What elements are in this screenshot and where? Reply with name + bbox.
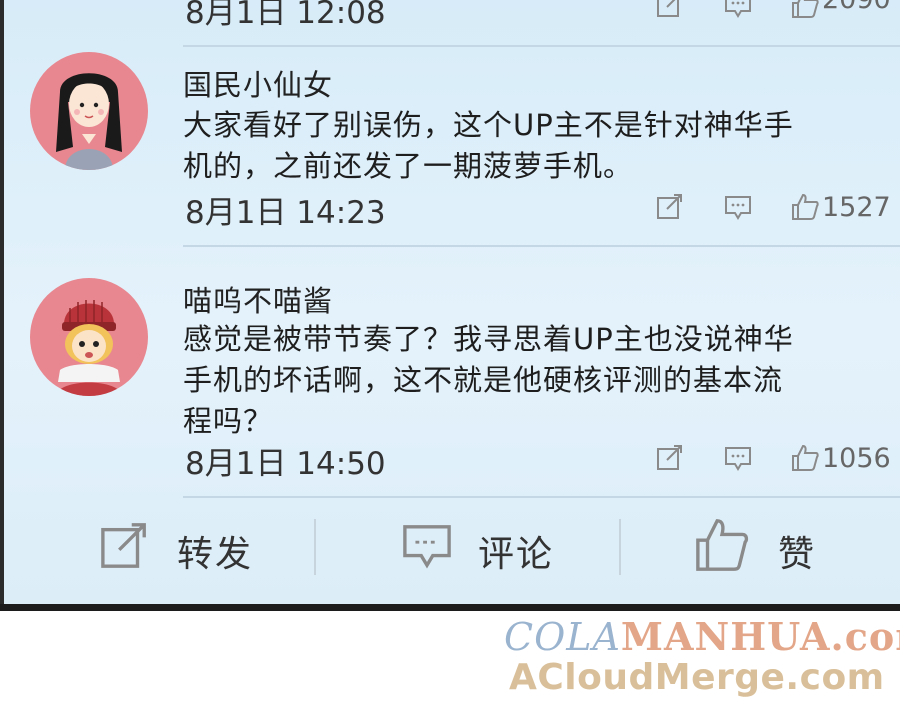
comment-text-line: 手机的坏话啊，这不就是他硬核评测的基本流 (183, 363, 784, 397)
watermark-line1: COLAMANHUA.com (504, 614, 900, 659)
thumbs-up-icon[interactable] (790, 192, 820, 222)
like-button[interactable]: 赞 (694, 515, 834, 577)
comment-text: 大家看好了别误伤，这个UP主不是针对神华手 机的，之前还发了一期菠萝手机。 (183, 105, 883, 187)
comment-icon[interactable] (723, 0, 753, 20)
comment-label: 评论 (478, 534, 555, 575)
watermark-line2: ACloudMerge.com (509, 657, 885, 698)
username[interactable]: 国民小仙女 (183, 62, 333, 104)
share-icon[interactable] (655, 443, 685, 473)
comment-icon (403, 525, 451, 569)
avatar[interactable] (30, 278, 148, 396)
share-icon[interactable] (655, 0, 685, 20)
share-icon (101, 523, 146, 568)
comment-text-line: 大家看好了别误伤，这个UP主不是针对神华手 (183, 108, 794, 142)
like-label: 赞 (778, 534, 817, 575)
like-count: 2090 (822, 0, 891, 15)
comment-text-line: 程吗？ (183, 404, 274, 438)
watermark-text: COLA (504, 615, 621, 659)
repost-button[interactable]: 转发 (100, 515, 270, 577)
bar-separator (314, 519, 316, 575)
comment-actions: 1527 (650, 192, 900, 226)
comment-icon[interactable] (723, 443, 753, 473)
share-icon[interactable] (655, 192, 685, 222)
like-count: 1056 (822, 443, 891, 474)
comment-button[interactable]: 评论 (402, 515, 572, 577)
comment-timestamp: 8月1日 12:08 (185, 0, 386, 31)
thumbs-up-icon (696, 519, 749, 571)
bar-separator (619, 519, 621, 575)
panel-edge (0, 0, 4, 604)
like-count: 1527 (822, 192, 891, 223)
repost-label: 转发 (177, 534, 254, 575)
comment-timestamp: 8月1日 14:50 (185, 446, 386, 482)
comment-text: 感觉是被带节奏了？我寻思着UP主也没说神华 手机的坏话啊，这不就是他硬核评测的基… (183, 319, 883, 442)
thumbs-up-icon[interactable] (790, 443, 820, 473)
watermark-text: MANHUA.com (620, 614, 900, 659)
comment-icon[interactable] (723, 192, 753, 222)
panel-border (0, 604, 900, 611)
avatar[interactable] (30, 52, 148, 170)
bottom-action-bar: 转发 评论 赞 (0, 515, 900, 577)
comments-panel: 8月1日 12:08 2090 国民小仙女 大家看好了别误伤，这个UP主不是针对… (0, 0, 900, 604)
comment-actions: 2090 (650, 0, 900, 24)
comment-timestamp: 8月1日 14:23 (185, 195, 386, 231)
divider (183, 496, 900, 498)
comment-actions: 1056 (650, 443, 900, 477)
username[interactable]: 喵呜不喵酱 (183, 278, 333, 320)
divider (183, 45, 900, 47)
comment-text-line: 感觉是被带节奏了？我寻思着UP主也没说神华 (183, 322, 794, 356)
thumbs-up-icon[interactable] (790, 0, 820, 20)
comment-text-line: 机的，之前还发了一期菠萝手机。 (183, 149, 634, 183)
divider (183, 245, 900, 247)
